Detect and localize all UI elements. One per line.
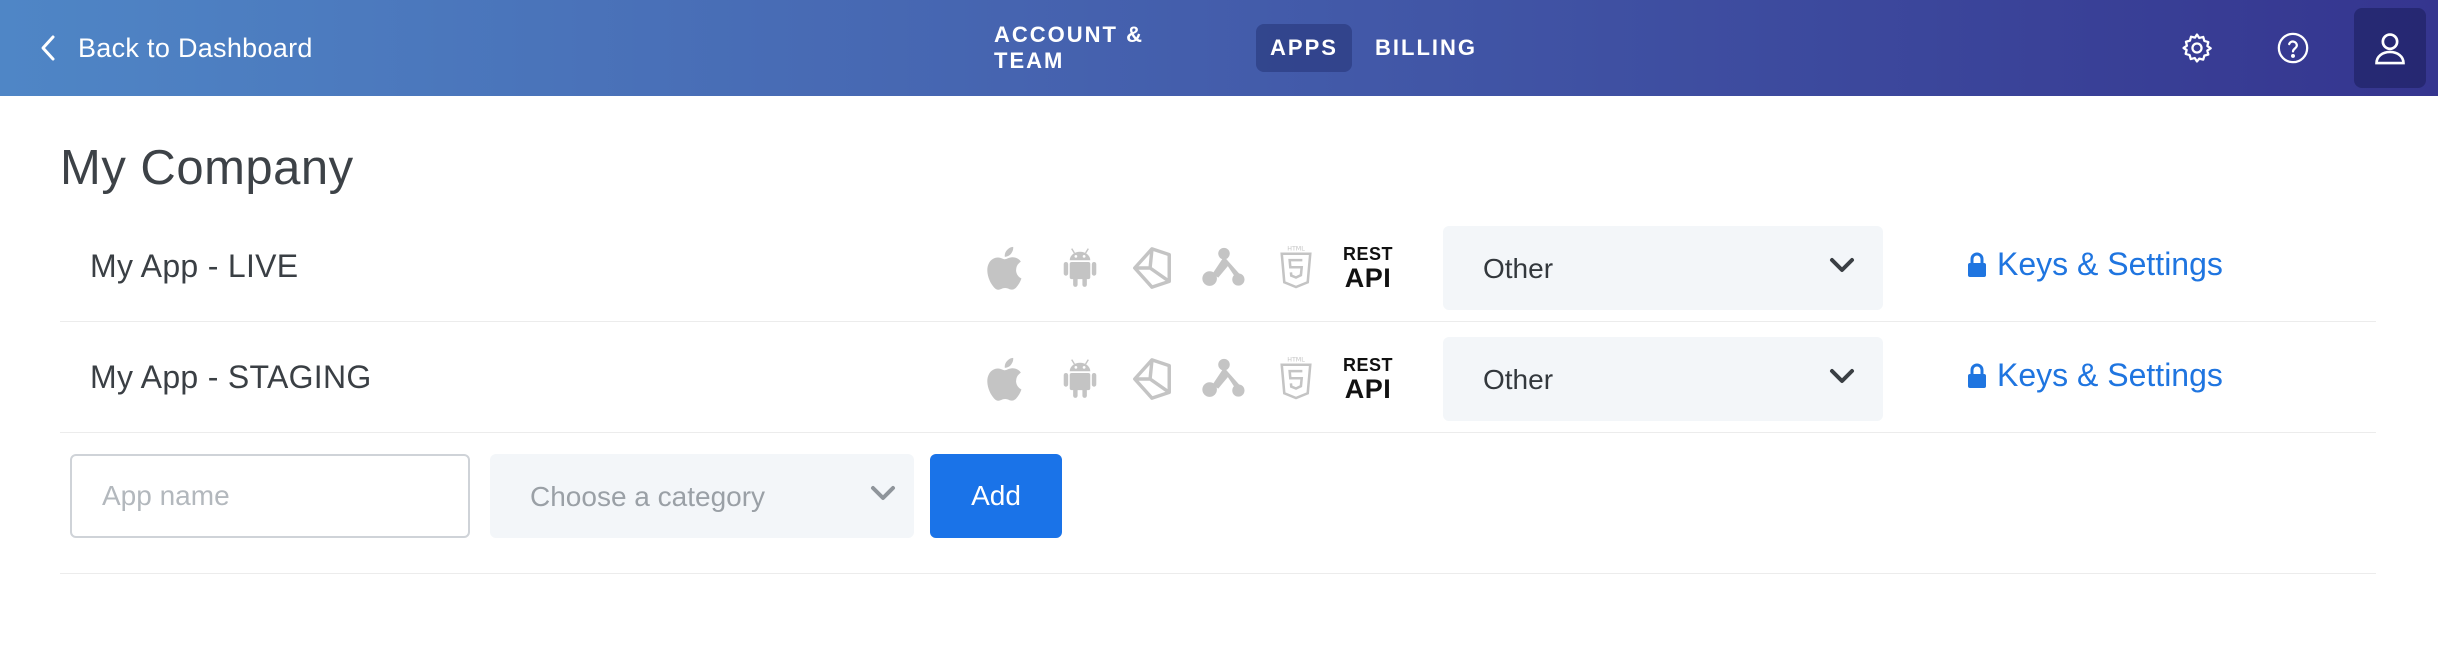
top-navigation-bar: Back to Dashboard ACCOUNT & TEAM APPS BI… bbox=[0, 0, 2438, 96]
company-title: My Company bbox=[60, 141, 354, 195]
back-to-dashboard-label: Back to Dashboard bbox=[78, 32, 313, 63]
keys-settings-link[interactable]: Keys & Settings bbox=[1967, 246, 2223, 283]
apple-icon[interactable] bbox=[972, 351, 1044, 407]
app-category-value: Other bbox=[1483, 253, 1554, 284]
tab-billing[interactable]: BILLING bbox=[1364, 24, 1488, 72]
adobe-air-icon[interactable] bbox=[1188, 351, 1260, 407]
new-app-form: Choose a category Add bbox=[60, 434, 2376, 574]
keys-settings-label: Keys & Settings bbox=[1997, 357, 2223, 393]
gear-icon bbox=[2182, 33, 2212, 63]
help-button[interactable] bbox=[2269, 24, 2317, 72]
svg-text:HTML: HTML bbox=[1287, 246, 1305, 253]
apple-icon[interactable] bbox=[972, 240, 1044, 296]
unity-icon[interactable] bbox=[1116, 351, 1188, 407]
app-category-select[interactable]: Other bbox=[1443, 226, 1883, 310]
svg-text:HTML: HTML bbox=[1287, 357, 1305, 364]
lock-icon bbox=[1968, 252, 1986, 277]
api-label: API bbox=[1344, 262, 1392, 293]
app-category-select[interactable]: Other bbox=[1443, 337, 1883, 421]
app-category-value: Other bbox=[1483, 364, 1554, 395]
adobe-air-icon[interactable] bbox=[1188, 240, 1260, 296]
app-row: My App - STAGING HTML REST API Other Key… bbox=[60, 323, 2376, 433]
user-account-button[interactable] bbox=[2354, 8, 2426, 88]
help-icon bbox=[2277, 32, 2309, 64]
chevron-down-icon bbox=[1830, 369, 1854, 383]
rest-api-icon[interactable]: REST API bbox=[1332, 351, 1404, 407]
add-app-button[interactable]: Add bbox=[930, 454, 1062, 538]
back-to-dashboard-link[interactable]: Back to Dashboard bbox=[40, 28, 313, 68]
android-icon[interactable] bbox=[1044, 240, 1116, 296]
tab-apps[interactable]: APPS bbox=[1256, 24, 1352, 72]
html5-icon[interactable]: HTML bbox=[1260, 351, 1332, 407]
api-label: API bbox=[1344, 373, 1392, 404]
rest-api-icon[interactable]: REST API bbox=[1332, 240, 1404, 296]
rest-label: REST bbox=[1342, 243, 1393, 264]
chevron-left-icon bbox=[41, 35, 55, 61]
chevron-down-icon bbox=[1830, 258, 1854, 272]
html5-icon[interactable]: HTML bbox=[1260, 240, 1332, 296]
keys-settings-label: Keys & Settings bbox=[1997, 246, 2223, 282]
unity-icon[interactable] bbox=[1116, 240, 1188, 296]
lock-icon bbox=[1968, 363, 1986, 388]
category-select[interactable]: Choose a category bbox=[490, 454, 914, 538]
android-icon[interactable] bbox=[1044, 351, 1116, 407]
platform-icons: HTML REST API bbox=[972, 240, 1404, 296]
settings-button[interactable] bbox=[2173, 24, 2221, 72]
chevron-down-icon bbox=[871, 486, 895, 500]
user-icon bbox=[2375, 33, 2405, 65]
keys-settings-link[interactable]: Keys & Settings bbox=[1967, 357, 2223, 394]
app-name: My App - LIVE bbox=[90, 248, 299, 284]
app-row: My App - LIVE HTML REST API Other Keys &… bbox=[60, 212, 2376, 322]
tab-account-team[interactable]: ACCOUNT & TEAM bbox=[980, 22, 1220, 73]
rest-label: REST bbox=[1342, 354, 1393, 375]
app-name-input[interactable] bbox=[70, 454, 470, 538]
app-name: My App - STAGING bbox=[90, 359, 372, 395]
platform-icons: HTML REST API bbox=[972, 351, 1404, 407]
category-placeholder: Choose a category bbox=[530, 481, 766, 512]
